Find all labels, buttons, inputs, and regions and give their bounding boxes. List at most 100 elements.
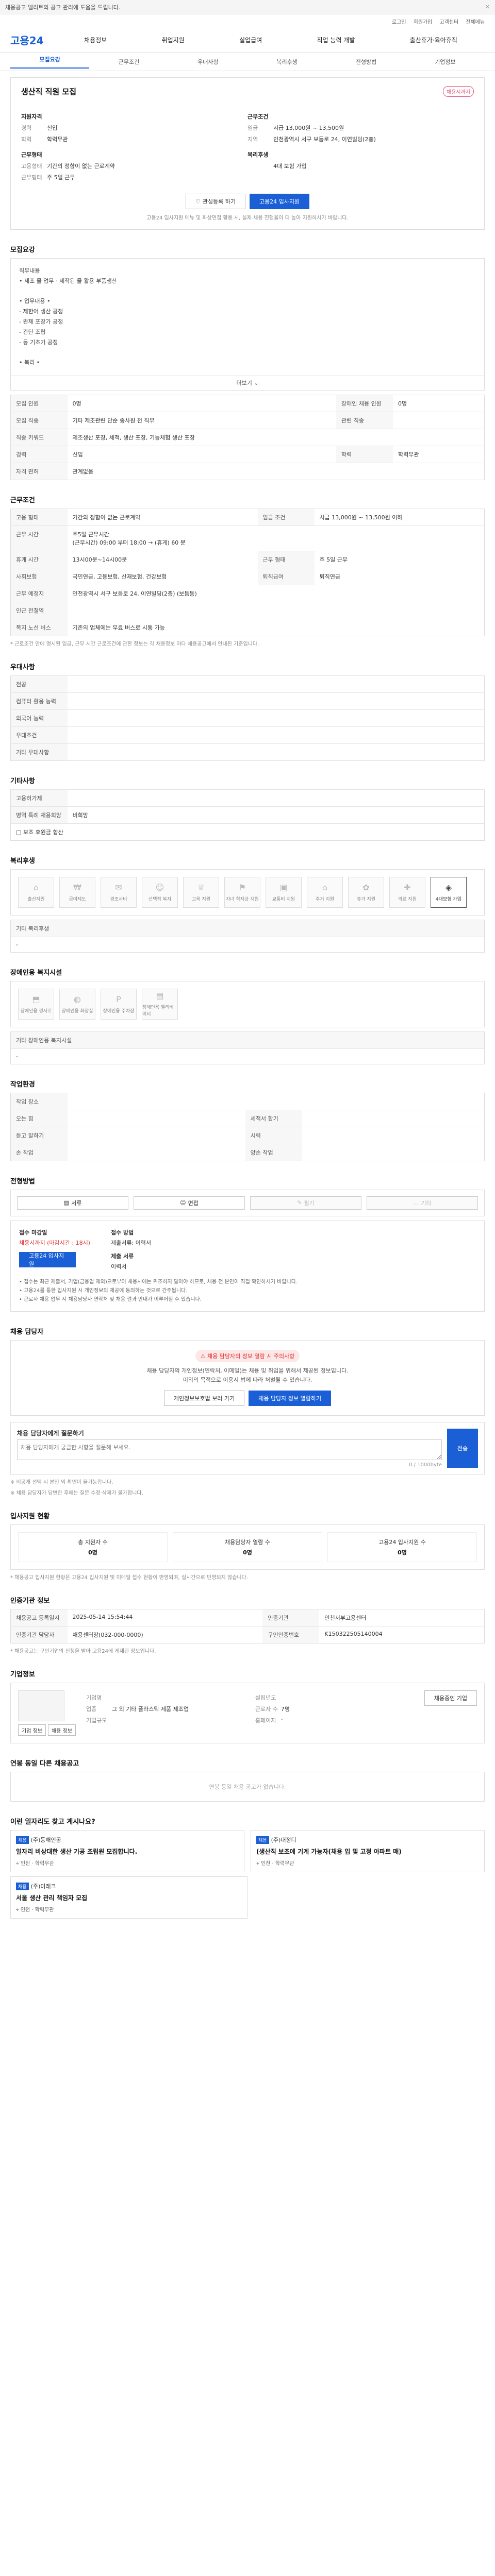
facility-item: P 장애인용 주차장 <box>101 988 137 1020</box>
table-key: 직종 키워드 <box>10 428 68 446</box>
section-title-env: 작업환경 <box>10 1080 35 1089</box>
cap-icon: ⚑ <box>238 882 246 892</box>
welfare-label: 급여제도 <box>69 896 86 902</box>
section-anchors: 모집요강 근무조건 우대사항 복리후생 전형방법 기업정보 <box>0 53 495 71</box>
deadline-value: 채용시까지 (마감시간 : 18시) <box>19 1239 90 1246</box>
anchor-recruit[interactable]: 모집요강 <box>10 55 90 69</box>
privacy-law-button[interactable]: 개인정보보호법 보러 가기 <box>163 1391 245 1406</box>
kv-key: 기업규모 <box>86 1717 107 1724</box>
method-label: 필기 <box>304 1199 315 1207</box>
anchor-welfare[interactable]: 복리후생 <box>248 58 326 66</box>
table-key: 근무 예정지 <box>10 584 68 602</box>
recommend-card[interactable]: 채용 (주)미래크 서울 생산 관리 책임자 모집 ⌖ 인천 · 학력무관 <box>10 1876 248 1919</box>
view-manager-button[interactable]: 채용 담당자 정보 열람하기 <box>249 1391 332 1406</box>
section-title-manager: 채용 담당자 <box>10 1328 44 1336</box>
job-summary-card: 생산직 직원 모집 채용시까지 지원자격 경력 신입 학력 학력무관 근무형태 고용… <box>10 77 485 230</box>
table-key: 구인인증번호 <box>262 1626 320 1643</box>
table-key: 오는 힘 <box>10 1109 68 1127</box>
manager-message: 채용 담당자의 개인정보(연락처, 이메일)는 채용 및 취업을 위해서 제공된… <box>146 1367 349 1383</box>
section-title-info: 인증기관 정보 <box>10 1597 50 1605</box>
table-value: 기존의 업체에는 무료 버스로 시통 가능 <box>67 618 485 636</box>
table-value: 주 5일 근무 <box>314 550 485 568</box>
info-footnote: * 채용공고는 구인기업의 신청을 받아 고용24에 게재된 정보입니다. <box>10 1649 156 1655</box>
table-key: 인근 전철역 <box>10 601 68 619</box>
stat-label: 고용24 입사지원 수 <box>378 1539 426 1546</box>
deadline-badge: 채용시까지 <box>443 86 474 97</box>
job-location: 인천 <box>260 1861 271 1867</box>
table-row: 사회보험 국민연금, 고용보험, 산재보험, 건강보험 퇴직급여 퇴직연금 <box>10 567 485 585</box>
method-0: ▤ 서류 <box>17 1196 128 1210</box>
stats-footnote: * 채용공고 입사지원 현황은 고용24 입사지원 및 이메일 접수 현황이 반… <box>10 1575 249 1581</box>
disabled-etc-table: 기타 장애인용 복지시설 - <box>10 1031 485 1064</box>
recommend-card[interactable]: 채용 (주)동해인공 일자리 비상대한 생산 기공 조립원 모집합니다. ⌖ 인천 ·… <box>10 1830 244 1873</box>
qa-input[interactable] <box>17 1439 442 1461</box>
apply-button-2[interactable]: 고용24 입사지원 <box>19 1251 76 1267</box>
table-key: 인증기관 담당자 <box>10 1626 68 1643</box>
table-key: 퇴직급여 <box>257 567 315 585</box>
deadline-label: 접수 마감일 <box>19 1229 47 1236</box>
info-table: 채용공고 등록일시 2025-05-14 15:54:44 인증기관 인천서부고용센터… <box>10 1609 485 1644</box>
util-all-menu[interactable]: 전체메뉴 <box>466 18 485 25</box>
table-value: 2025-05-14 15:54:44 <box>67 1609 263 1626</box>
welfare-label: 주거 지원 <box>316 896 334 902</box>
recommend-card[interactable]: 채용 (주)대정디 (생산직 보조에 기계 가능자(채용 입 및 고정 아파트 매)… <box>251 1830 485 1873</box>
table-value <box>67 726 485 744</box>
table-key: 고용허가제 <box>10 789 68 807</box>
company-jobs-link[interactable]: 채용 정보 <box>47 1724 76 1736</box>
table-value: 관계없음 <box>67 462 485 480</box>
util-login[interactable]: 로그인 <box>392 18 406 25</box>
company-info-link[interactable]: 기업 정보 <box>18 1724 46 1736</box>
method-value: 제출서류: 이력서 <box>110 1239 152 1246</box>
anchor-work[interactable]: 근무조건 <box>89 58 168 66</box>
bullet: • 접수는 최근 제출서, 기업(금융업 제외)으로부터 채용시에는 위조하지 … <box>19 1279 298 1285</box>
job-tag: 채용 <box>16 1883 29 1891</box>
qa-send-button[interactable]: 전송 <box>447 1429 478 1468</box>
gnb-item-support[interactable]: 취업지원 <box>162 36 185 44</box>
method-label: 기타 <box>421 1199 432 1207</box>
table-row: 작업 장소 <box>10 1092 485 1110</box>
gnb-item-jobs[interactable]: 채용정보 <box>84 36 107 44</box>
anchor-select[interactable]: 전형방법 <box>326 58 405 66</box>
anchor-company[interactable]: 기업정보 <box>406 58 485 66</box>
content: 생산직 직원 모집 채용시까지 지원자격 경력 신입 학력 학력무관 근무형태 고용… <box>0 77 495 1919</box>
subsidy-checkbox[interactable]: □ 보조 후원금 합산 <box>10 823 485 841</box>
welfare-item: ☺ 선택적 복지 <box>142 876 178 908</box>
site-logo[interactable]: 고용24 <box>10 32 57 47</box>
gnb-item-training[interactable]: 직업 능력 개발 <box>317 36 355 44</box>
kv-value: 4대 보험 가입 <box>273 163 307 170</box>
table-value <box>302 1126 485 1144</box>
gnb-item-leave[interactable]: 출산휴가·육아휴직 <box>410 36 457 44</box>
close-icon[interactable]: ✕ <box>485 4 490 10</box>
table-key: 휴게 시간 <box>10 550 68 568</box>
table-key: 우대조건 <box>10 726 68 744</box>
facility-label: 장애인용 경사로 <box>20 1008 52 1014</box>
env-table: 작업 장소 오는 힘 세척서 합기 듣고 말하기 시력 손 작업 양손 작업 <box>10 1092 485 1161</box>
company-jobs-button[interactable]: 채용중인 기업 <box>424 1690 477 1706</box>
util-help[interactable]: 고객센터 <box>439 18 458 25</box>
facility-item: ◍ 장애인용 화장실 <box>59 988 95 1020</box>
kv-key: 경력 <box>21 125 32 131</box>
util-signup[interactable]: 회원가입 <box>414 18 433 25</box>
table-key: 손 작업 <box>10 1143 68 1161</box>
like-button[interactable]: ♡ 관심등록 하기 <box>185 194 245 209</box>
manager-box: ⚠ 채용 담당자의 정보 열람 시 주의사항 채용 담당자의 개인정보(연락처,… <box>10 1340 485 1416</box>
table-key: 학력 <box>336 445 393 463</box>
table-row: - <box>10 1048 485 1064</box>
welfare-label: 휴가 지원 <box>357 896 375 902</box>
apply-button[interactable]: 고용24 입사지원 <box>249 194 310 209</box>
kv-key: 기업명 <box>86 1694 102 1702</box>
table-row: 인근 전철역 <box>10 601 485 619</box>
table-row: 근무 예정지 인천광역시 서구 보듬로 24, 이연빌딩(2층) (보듬동) <box>10 584 485 602</box>
other-table: 고용허가제 병역 특례 채용희망 비희망 □ 보조 후원금 합산 <box>10 789 485 841</box>
table-key: 양손 작업 <box>245 1143 302 1161</box>
welfare-label: 출산지원 <box>27 896 45 902</box>
table-row: - <box>10 936 485 953</box>
section-title-recommend: 이런 일자리도 찾고 계시나요? <box>10 1818 95 1826</box>
gift-icon: ✉ <box>115 882 122 892</box>
gnb-item-benefit[interactable]: 실업급여 <box>239 36 262 44</box>
more-button[interactable]: 더보기 ⌄ <box>11 375 484 390</box>
parking-icon: P <box>116 994 121 1004</box>
table-row: 컴퓨터 활용 능력 <box>10 692 485 710</box>
welfare-item: ♕ 교육 지원 <box>183 876 219 908</box>
anchor-pref[interactable]: 우대사항 <box>169 58 248 66</box>
